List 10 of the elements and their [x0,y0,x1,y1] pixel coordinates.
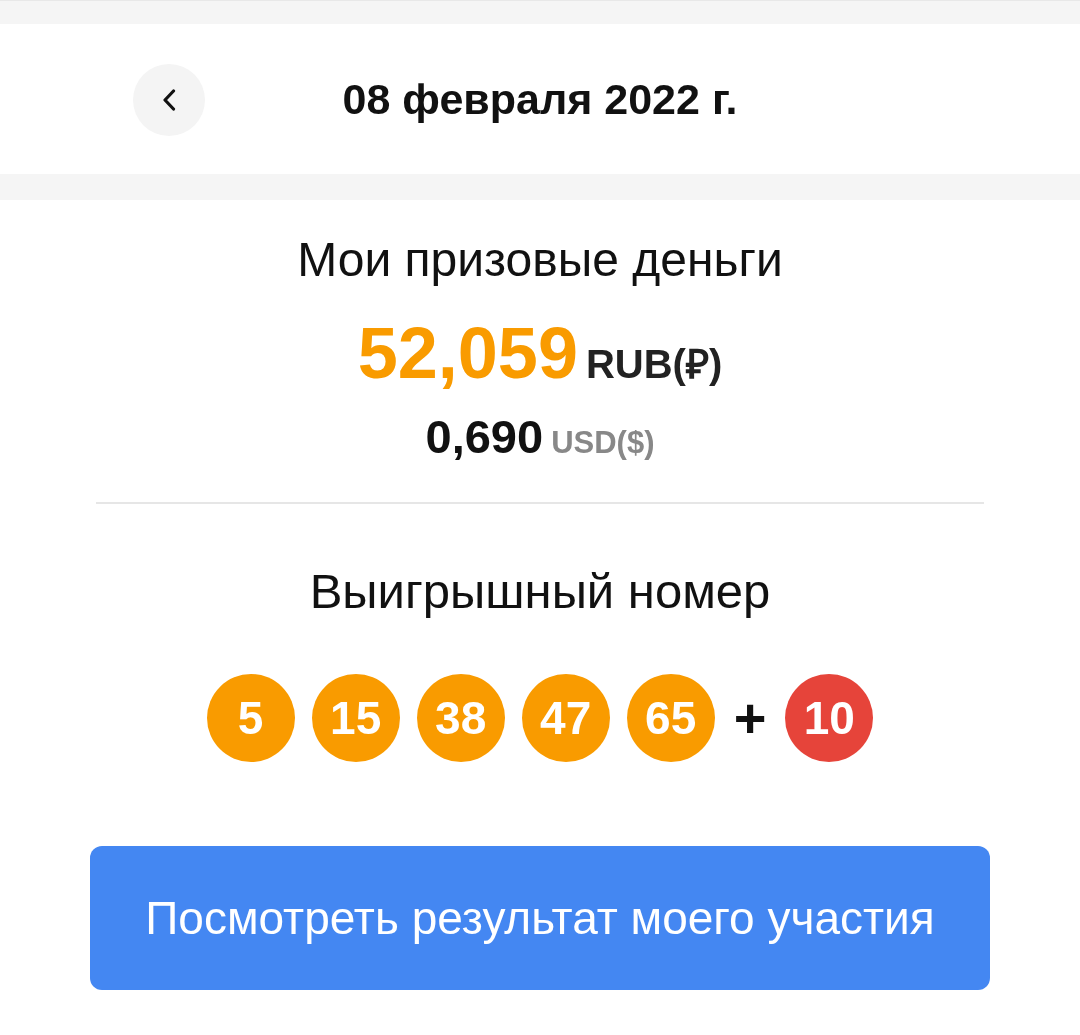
view-results-button[interactable]: Посмотреть результат моего участия [90,846,990,990]
currency-label: RUB(₽) [585,344,723,384]
plus-sign: + [732,690,768,746]
prize-amount: 52,059 [357,317,578,389]
prize-label: Мои призовые деньги [297,236,783,284]
usd-amount: 0,690 [425,413,544,460]
winning-number-label: Выигрышный номер [309,567,771,616]
usd-currency-label: USD($) [551,427,655,458]
back-chevron-icon [162,89,176,111]
page-title: 08 февраля 2022 г. [342,77,738,121]
